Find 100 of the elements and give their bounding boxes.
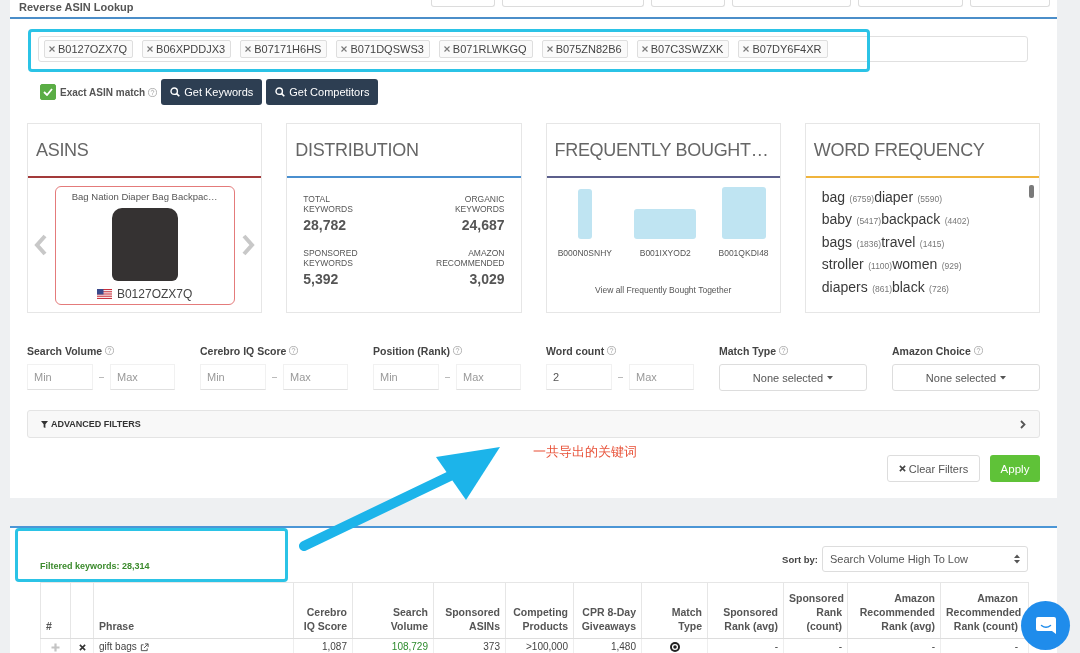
- help-icon[interactable]: [105, 346, 115, 355]
- check-icon: [43, 88, 53, 96]
- search-button[interactable]: Get Competitors: [266, 79, 379, 105]
- column-header: Sponsored Rank (count): [783, 582, 848, 639]
- min-input-field[interactable]: Min: [27, 364, 93, 390]
- max-input-field[interactable]: Max: [629, 364, 694, 390]
- remove-icon[interactable]: [641, 46, 648, 52]
- column-header: Search Volume: [352, 582, 434, 639]
- toolbar-button[interactable]: [502, 0, 644, 7]
- asin-tag[interactable]: B071DQSWS3: [336, 40, 430, 58]
- stat-label: AMAZON RECOMMENDED: [436, 248, 505, 268]
- toolbar-button[interactable]: [431, 0, 495, 7]
- checkbox[interactable]: [40, 84, 56, 100]
- column-header: Cerebro IQ Score: [293, 582, 353, 639]
- search-icon: [170, 87, 181, 97]
- photo-placeholder: [721, 187, 766, 239]
- filter-label: Cerebro IQ Score: [200, 344, 287, 357]
- column-header: Sponsored ASINs: [433, 582, 506, 639]
- column-header: Phrase: [93, 582, 294, 639]
- product-asin: B001IXYOD2: [639, 248, 691, 258]
- chevron-right-icon[interactable]: [1020, 419, 1026, 429]
- asin-tag[interactable]: B07C3SWZXK: [636, 40, 730, 58]
- table-cell[interactable]: 108,729: [352, 638, 434, 653]
- scrollbar-thumb[interactable]: [1029, 185, 1034, 198]
- stat-value: 28,782: [303, 217, 347, 233]
- table-cell: 373: [433, 638, 506, 653]
- filtered-keywords-count: Filtered keywords: 28,314: [40, 561, 150, 571]
- asin-tag[interactable]: B0127OZX7Q: [44, 40, 134, 58]
- remove-icon[interactable]: [245, 46, 252, 52]
- remove-icon[interactable]: [443, 46, 450, 52]
- help-icon[interactable]: [148, 87, 158, 97]
- column-header: Amazon Recommended Rank (avg): [847, 582, 941, 639]
- table-cell: -: [847, 638, 941, 653]
- frequency-word: travel: [881, 233, 916, 250]
- chat-icon: [1034, 615, 1057, 636]
- card-title: FREQUENTLY BOUGHT…: [554, 139, 769, 161]
- search-button[interactable]: Get Keywords: [161, 79, 263, 105]
- asin-tag[interactable]: B07171H6HS: [240, 40, 328, 58]
- min-input-field[interactable]: 2: [546, 364, 612, 390]
- frequency-word: bag: [821, 189, 846, 205]
- help-icon[interactable]: [607, 346, 617, 355]
- photo-placeholder: [577, 189, 592, 239]
- toolbar-button[interactable]: [651, 0, 725, 7]
- stat-value: 24,687: [461, 217, 505, 233]
- max-input-field[interactable]: Max: [456, 364, 521, 390]
- asin-tag[interactable]: B07DY6F4XR: [738, 40, 828, 58]
- chevron-left-icon[interactable]: [34, 234, 48, 256]
- toolbar-button[interactable]: [732, 0, 851, 7]
- word-count: (1415): [919, 238, 945, 249]
- word-count: (929): [941, 261, 962, 272]
- card-title: DISTRIBUTION: [295, 139, 419, 161]
- sort-select[interactable]: Search Volume High To Low: [822, 546, 1028, 572]
- help-icon[interactable]: [779, 346, 788, 355]
- clear-filters-button[interactable]: Clear Filters: [887, 455, 980, 482]
- plus-icon[interactable]: [51, 642, 60, 652]
- help-icon[interactable]: [973, 346, 983, 355]
- table-cell: -: [783, 638, 848, 653]
- dropdown[interactable]: None selected: [892, 364, 1040, 391]
- frequency-word: diaper: [874, 189, 914, 205]
- column-header: #: [40, 582, 71, 639]
- funnel-icon: [41, 420, 48, 428]
- column-header: CPR 8-Day Giveaways: [573, 582, 642, 639]
- asin-tag[interactable]: B075ZN82B6: [541, 40, 628, 58]
- min-input-field[interactable]: Min: [200, 364, 266, 390]
- product-card[interactable]: Bag Nation Diaper Bag Backpac… B0127OZX7Q: [54, 185, 235, 305]
- phrase-text[interactable]: gift bags: [99, 641, 137, 652]
- remove-icon[interactable]: [341, 46, 348, 52]
- asin-input-field[interactable]: B0127OZX7Q B06XPDDJX3 B07171H6HS B071DQSWS3 B071RLWKGQ B075ZN82B6 B07C3SWZXK B07DY6F4XR: [38, 36, 1028, 62]
- frequency-word: baby: [821, 211, 853, 228]
- remove-icon[interactable]: [147, 46, 154, 52]
- flag-icon: [96, 288, 112, 299]
- word-count: (4402): [944, 216, 970, 227]
- filter-label: Match Type: [719, 344, 776, 357]
- toolbar-button[interactable]: [858, 0, 963, 7]
- advanced-filters-label: ADVANCED FILTERS: [51, 419, 141, 429]
- frequency-word: stroller: [821, 256, 864, 273]
- cross-icon[interactable]: [78, 643, 86, 651]
- help-icon[interactable]: [289, 346, 299, 355]
- frequency-word: women: [892, 256, 938, 273]
- help-icon[interactable]: [453, 346, 462, 355]
- max-input-field[interactable]: Max: [110, 364, 175, 390]
- max-input-field[interactable]: Max: [283, 364, 348, 390]
- table-cell: 1,087: [293, 638, 353, 653]
- word-count: (5590): [917, 194, 943, 204]
- word-count: (861): [872, 283, 892, 294]
- table-cell: -: [707, 638, 784, 653]
- column-header: Sponsored Rank (avg): [707, 582, 784, 639]
- dropdown[interactable]: None selected: [719, 364, 867, 391]
- asin-tag[interactable]: B071RLWKGQ: [438, 40, 533, 58]
- advanced-filters-bar[interactable]: ADVANCED FILTERS: [27, 410, 1040, 438]
- remove-icon[interactable]: [546, 46, 553, 52]
- remove-icon[interactable]: [743, 46, 750, 52]
- min-input-field[interactable]: Min: [373, 364, 439, 390]
- word-count: (6759): [849, 194, 875, 204]
- column-header: Competing Products: [505, 582, 574, 639]
- view-all-link[interactable]: View all Frequently Bought Together: [595, 285, 732, 295]
- external-link-icon[interactable]: [139, 642, 149, 652]
- asin-tag[interactable]: B06XPDDJX3: [142, 40, 232, 58]
- remove-icon[interactable]: [49, 46, 55, 52]
- toolbar-button[interactable]: [970, 0, 1050, 7]
